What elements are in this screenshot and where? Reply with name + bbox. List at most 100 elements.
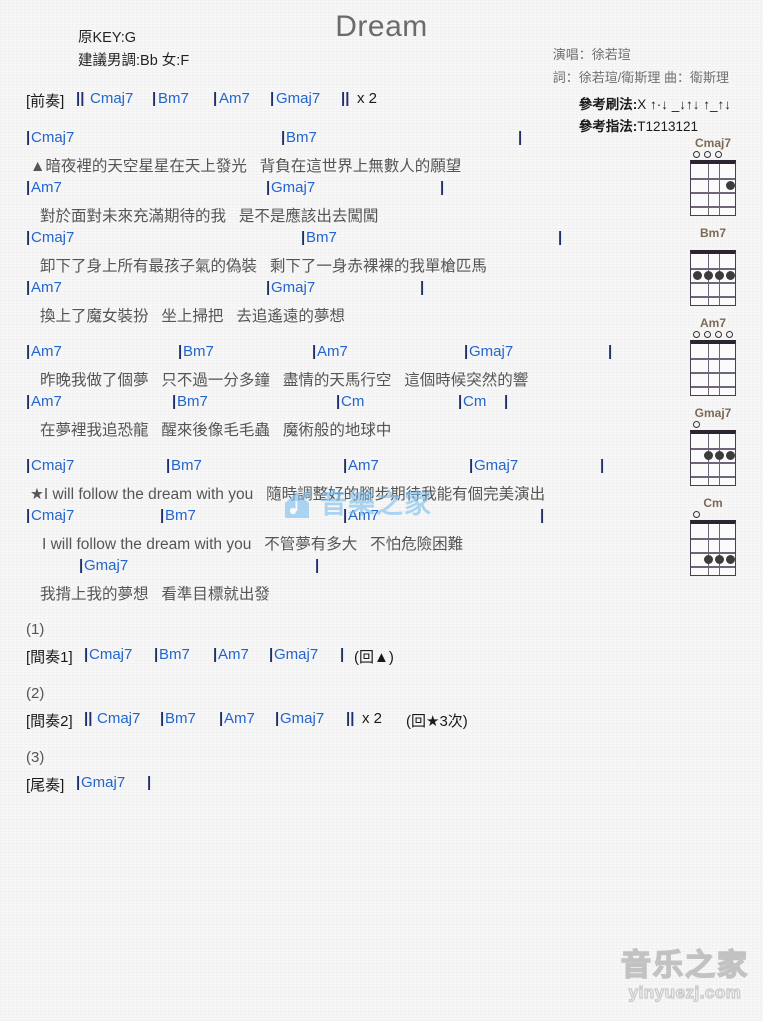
writer-credit: 詞：徐若瑄/衛斯理 曲：衛斯理 <box>552 70 729 85</box>
bar-token: | <box>440 179 445 196</box>
lyric-line: 對於面對未來充滿期待的我 是不是應該出去闖闖 <box>0 204 680 229</box>
text-token: 昨晚我做了個夢 只不過一分多鐘 盡情的天馬行空 這個時候突然的響 <box>40 372 529 389</box>
bar-token: | <box>469 457 474 474</box>
text-token: (回★3次) <box>406 713 468 730</box>
chord-token: Am7 <box>218 646 249 663</box>
fretboard-grid <box>690 520 736 576</box>
chord-token: Cmaj7 <box>31 129 75 146</box>
open-string-circle-icon <box>704 331 711 338</box>
bar-token: | <box>26 129 31 146</box>
fret-line <box>691 358 735 360</box>
bar-token: || <box>346 710 355 727</box>
chord-token: Cm <box>463 393 487 410</box>
bar-token: | <box>160 710 165 727</box>
finger-dot-icon <box>726 450 735 460</box>
open-string-markers <box>671 240 755 250</box>
open-string-circle-icon <box>704 151 711 158</box>
chord-diagram-gmaj7: Gmaj7 <box>671 406 755 494</box>
bar-token: | <box>26 393 31 410</box>
text-token: 在夢裡我追恐龍 醒來後像毛毛蟲 魔術般的地球中 <box>40 422 392 439</box>
chord-token: Gmaj7 <box>276 90 321 107</box>
bar-token: | <box>600 457 605 474</box>
fret-line <box>691 282 735 284</box>
text-token: ▲暗夜裡的天空星星在天上發光 背負在這世界上無數人的願望 <box>30 158 462 175</box>
bar-token: | <box>166 457 171 474</box>
original-key: 原KEY:G <box>78 30 137 46</box>
lyric-line: I will follow the dream with you 不管夢有多大 … <box>0 532 680 557</box>
chord-token: Bm7 <box>183 343 214 360</box>
open-string-markers <box>671 330 755 340</box>
chord-token: Bm7 <box>165 507 196 524</box>
bar-token: | <box>79 557 84 574</box>
chord-token: Bm7 <box>159 646 190 663</box>
finger-dot-icon <box>726 180 735 190</box>
text-token: (回▲) <box>354 649 394 666</box>
chord-token: Bm7 <box>165 710 196 727</box>
lyric-line: ★I will follow the dream with you 隨時調整好的… <box>0 482 680 507</box>
chord-token: Cmaj7 <box>31 507 75 524</box>
text-token: [間奏1] <box>26 649 73 666</box>
bar-token: | <box>152 90 157 107</box>
chord-token: Am7 <box>31 279 62 296</box>
fret-line <box>691 178 735 180</box>
bar-token: | <box>275 710 280 727</box>
chord-token: Gmaj7 <box>271 179 316 196</box>
chord-diagram-name: Bm7 <box>699 226 726 240</box>
finger-dot-icon <box>704 450 713 460</box>
lyric-line: 卸下了身上所有最孩子氣的偽裝 剩下了一身赤裸裸的我單槍匹馬 <box>0 254 680 279</box>
singer-credit: 演唱：徐若瑄 <box>552 47 631 62</box>
section-verse-1: | Cmaj7 | Bm7 | ▲暗夜裡的天空星星在天上發光 背負在這世界上無數人的願望 |… <box>0 129 680 343</box>
chord-sheet: Dream 原KEY:G 建議男調:Bb 女:F 演唱：徐若瑄 詞：徐若瑄/衛斯… <box>0 0 763 1021</box>
bar-token: | <box>26 229 31 246</box>
finger-dot-icon <box>704 554 713 564</box>
bar-token: | <box>340 646 345 663</box>
text-token: 卸下了身上所有最孩子氣的偽裝 剩下了一身赤裸裸的我單槍匹馬 <box>40 258 487 275</box>
section-interlude-1: (1) [間奏1] | Cmaj7 | Bm7 | Am7 | Gmaj7 | (回▲) <box>0 621 680 685</box>
bar-token: | <box>269 646 274 663</box>
chord-token: Am7 <box>31 393 62 410</box>
chord-token: Bm7 <box>171 457 202 474</box>
finger-dot-icon <box>715 450 724 460</box>
chord-token: Am7 <box>224 710 255 727</box>
bar-token: | <box>266 279 271 296</box>
bar-token: | <box>172 393 177 410</box>
lyric-line: 昨晚我做了個夢 只不過一分多鐘 盡情的天馬行空 這個時候突然的響 <box>0 368 680 393</box>
bar-token: | <box>84 646 89 663</box>
chord-diagram-cmaj7: Cmaj7 <box>671 136 755 224</box>
chord-diagram-name: Cmaj7 <box>694 136 732 150</box>
fret-line <box>691 268 735 270</box>
chord-line: | Am7 | Gmaj7 | <box>0 279 680 304</box>
chord-token: Am7 <box>31 179 62 196</box>
bar-token: | <box>558 229 563 246</box>
fret-line <box>691 566 735 568</box>
finger-dot-icon <box>693 270 702 280</box>
chord-token: Gmaj7 <box>280 710 325 727</box>
text-token: [間奏2] <box>26 713 73 730</box>
bar-token: | <box>540 507 545 524</box>
section-line: [前奏] || Cmaj7 | Bm7 | Am7 | Gmaj7 || x 2 <box>0 90 680 115</box>
credits: 演唱：徐若瑄 詞：徐若瑄/衛斯理 曲：衛斯理 <box>553 43 729 89</box>
chord-token: Cmaj7 <box>90 90 134 107</box>
chord-diagram-name: Am7 <box>699 316 726 330</box>
text-token: x 2 <box>362 710 383 727</box>
chord-token: Gmaj7 <box>84 557 129 574</box>
bar-token: | <box>420 279 425 296</box>
suggested-key: 建議男調:Bb 女:F <box>78 53 190 69</box>
chord-diagram-name: Gmaj7 <box>694 406 732 420</box>
chord-token: Am7 <box>31 343 62 360</box>
chord-token: Gmaj7 <box>469 343 514 360</box>
open-string-markers <box>671 420 755 430</box>
bar-token: | <box>147 774 152 791</box>
open-string-circle-icon <box>693 511 700 518</box>
bar-token: | <box>160 507 165 524</box>
chord-token: Cmaj7 <box>31 457 75 474</box>
text-token: 對於面對未來充滿期待的我 是不是應該出去闖闖 <box>40 208 379 225</box>
chord-token: Cm <box>341 393 365 410</box>
section-line: [尾奏] | Gmaj7 | <box>0 774 680 799</box>
bar-token: | <box>464 343 469 360</box>
fret-line <box>691 552 735 554</box>
section-interlude-2: (2) [間奏2] || Cmaj7 | Bm7 | Am7 | Gmaj7 || x 2 (回★3次) <box>0 685 680 749</box>
